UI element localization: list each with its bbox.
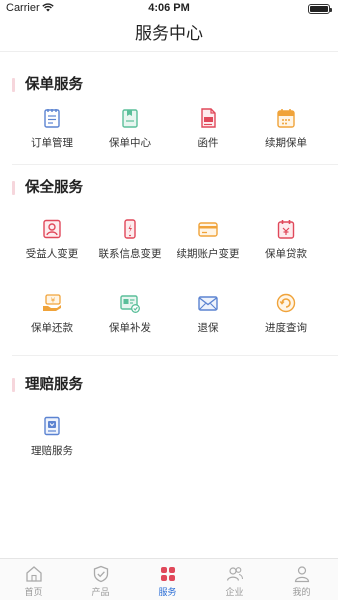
home-icon (25, 566, 42, 582)
tab-mine[interactable]: 我的 (268, 565, 335, 598)
tab-label: 企业 (225, 588, 244, 598)
service-label: 保单补发 (109, 322, 151, 334)
section-preservation-service: 保全服务 (0, 177, 338, 199)
person-icon (294, 566, 309, 583)
tab-enterprise[interactable]: 企业 (201, 565, 268, 598)
letter-document-icon (201, 108, 216, 128)
claim-document-icon (44, 416, 60, 436)
service-label: 函件 (197, 137, 219, 149)
section-header: 理赔服务 (0, 374, 338, 396)
tab-products[interactable]: 产品 (67, 565, 134, 598)
service-label: 进度查询 (265, 322, 307, 334)
policy-center-icon (122, 109, 138, 128)
service-renewal-account-change[interactable]: 续期账户变更 (166, 218, 250, 261)
section-accent-bar (12, 378, 15, 392)
service-grid-icon (160, 567, 175, 581)
service-label: 受益人变更 (25, 248, 79, 260)
shield-check-icon (93, 565, 108, 583)
section-title: 保全服务 (25, 180, 83, 196)
loan-calendar-icon (277, 220, 295, 239)
phone-contact-icon (124, 219, 136, 239)
section-claims-service: 理赔服务 (0, 374, 338, 396)
order-list-icon (44, 109, 60, 128)
status-bar: Carrier 4:06 PM (0, 0, 338, 18)
service-label: 退保 (197, 322, 219, 334)
surrender-mail-icon (198, 296, 218, 311)
service-order-management[interactable]: 订单管理 (10, 107, 94, 150)
section-title: 保单服务 (25, 77, 83, 93)
service-renewal-policy[interactable]: 续期保单 (244, 107, 328, 150)
service-policy-loan[interactable]: 保单贷款 (244, 218, 328, 261)
tab-services[interactable]: 服务 (134, 565, 201, 598)
renewal-calendar-icon (277, 109, 295, 128)
beneficiary-icon (43, 219, 61, 239)
service-beneficiary-change[interactable]: 受益人变更 (10, 218, 94, 261)
service-label: 联系信息变更 (98, 248, 162, 260)
battery-icon (308, 4, 332, 14)
service-claims[interactable]: 理赔服务 (10, 415, 94, 458)
service-policy-center[interactable]: 保单中心 (88, 107, 172, 150)
tab-label: 产品 (91, 588, 110, 598)
service-surrender[interactable]: 退保 (166, 292, 250, 335)
service-label: 续期保单 (265, 137, 307, 149)
tab-label: 我的 (292, 588, 311, 598)
tab-label: 首页 (24, 588, 43, 598)
progress-query-icon (276, 293, 296, 313)
service-label: 订单管理 (31, 137, 73, 149)
service-label: 保单贷款 (265, 248, 307, 260)
page-title: 服务中心 (135, 24, 203, 44)
section-divider (12, 164, 338, 165)
service-letters[interactable]: 函件 (166, 107, 250, 150)
tab-home[interactable]: 首页 (0, 565, 67, 598)
section-divider (12, 355, 338, 356)
service-label: 保单中心 (109, 137, 151, 149)
bank-card-icon (198, 222, 218, 237)
section-header: 保全服务 (0, 177, 338, 199)
tab-label: 服务 (158, 588, 177, 598)
service-policy-repayment[interactable]: ¥ 保单还款 (10, 292, 94, 335)
service-label: 保单还款 (31, 322, 73, 334)
enterprise-users-icon (226, 567, 243, 581)
service-label: 续期账户变更 (176, 248, 240, 260)
repayment-hand-icon: ¥ (43, 294, 61, 311)
service-progress-query[interactable]: 进度查询 (244, 292, 328, 335)
section-title: 理赔服务 (25, 377, 83, 393)
section-policy-service: 保单服务 (0, 74, 338, 96)
section-header: 保单服务 (0, 74, 338, 96)
bottom-tab-bar: 首页 产品 服务 企业 我的 (0, 558, 338, 600)
svg-text:¥: ¥ (51, 297, 56, 305)
service-policy-reissue[interactable]: 保单补发 (88, 292, 172, 335)
service-label: 理赔服务 (31, 445, 73, 457)
clock: 4:06 PM (148, 2, 190, 14)
section-accent-bar (12, 78, 15, 92)
section-accent-bar (12, 181, 15, 195)
header-divider (0, 51, 338, 52)
service-contact-info-change[interactable]: 联系信息变更 (88, 218, 172, 261)
reissue-card-icon (120, 295, 140, 313)
